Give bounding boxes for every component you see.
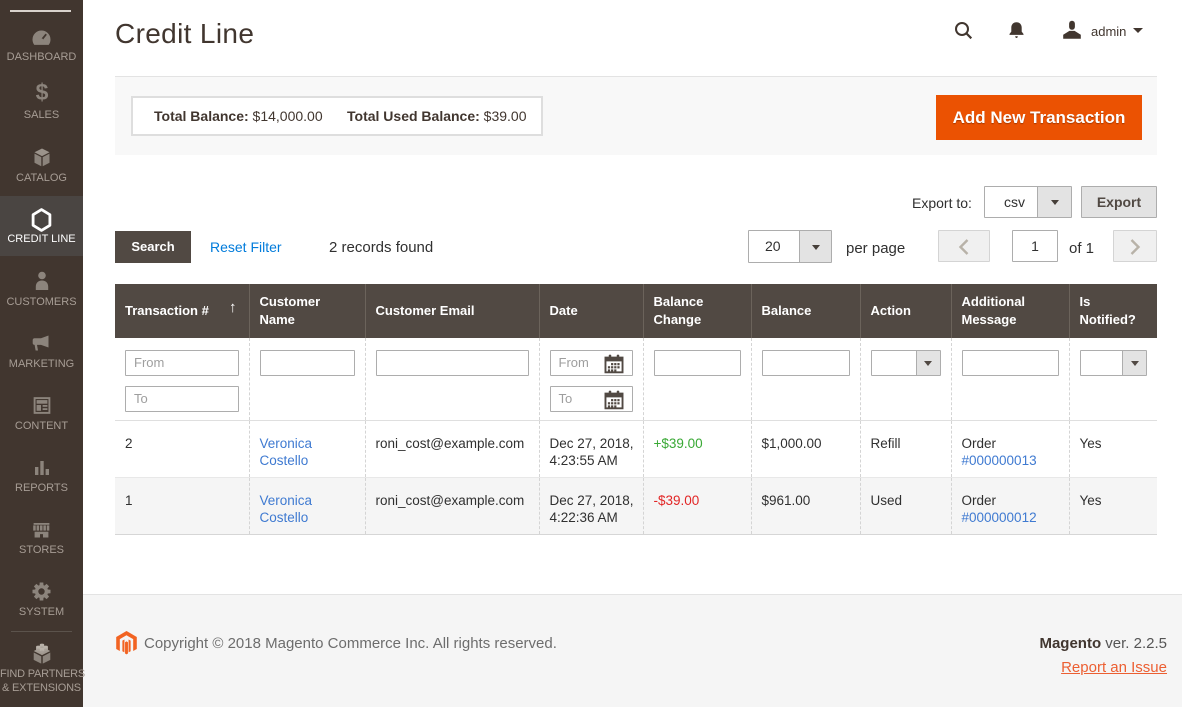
svg-text:$: $ [35,81,48,105]
